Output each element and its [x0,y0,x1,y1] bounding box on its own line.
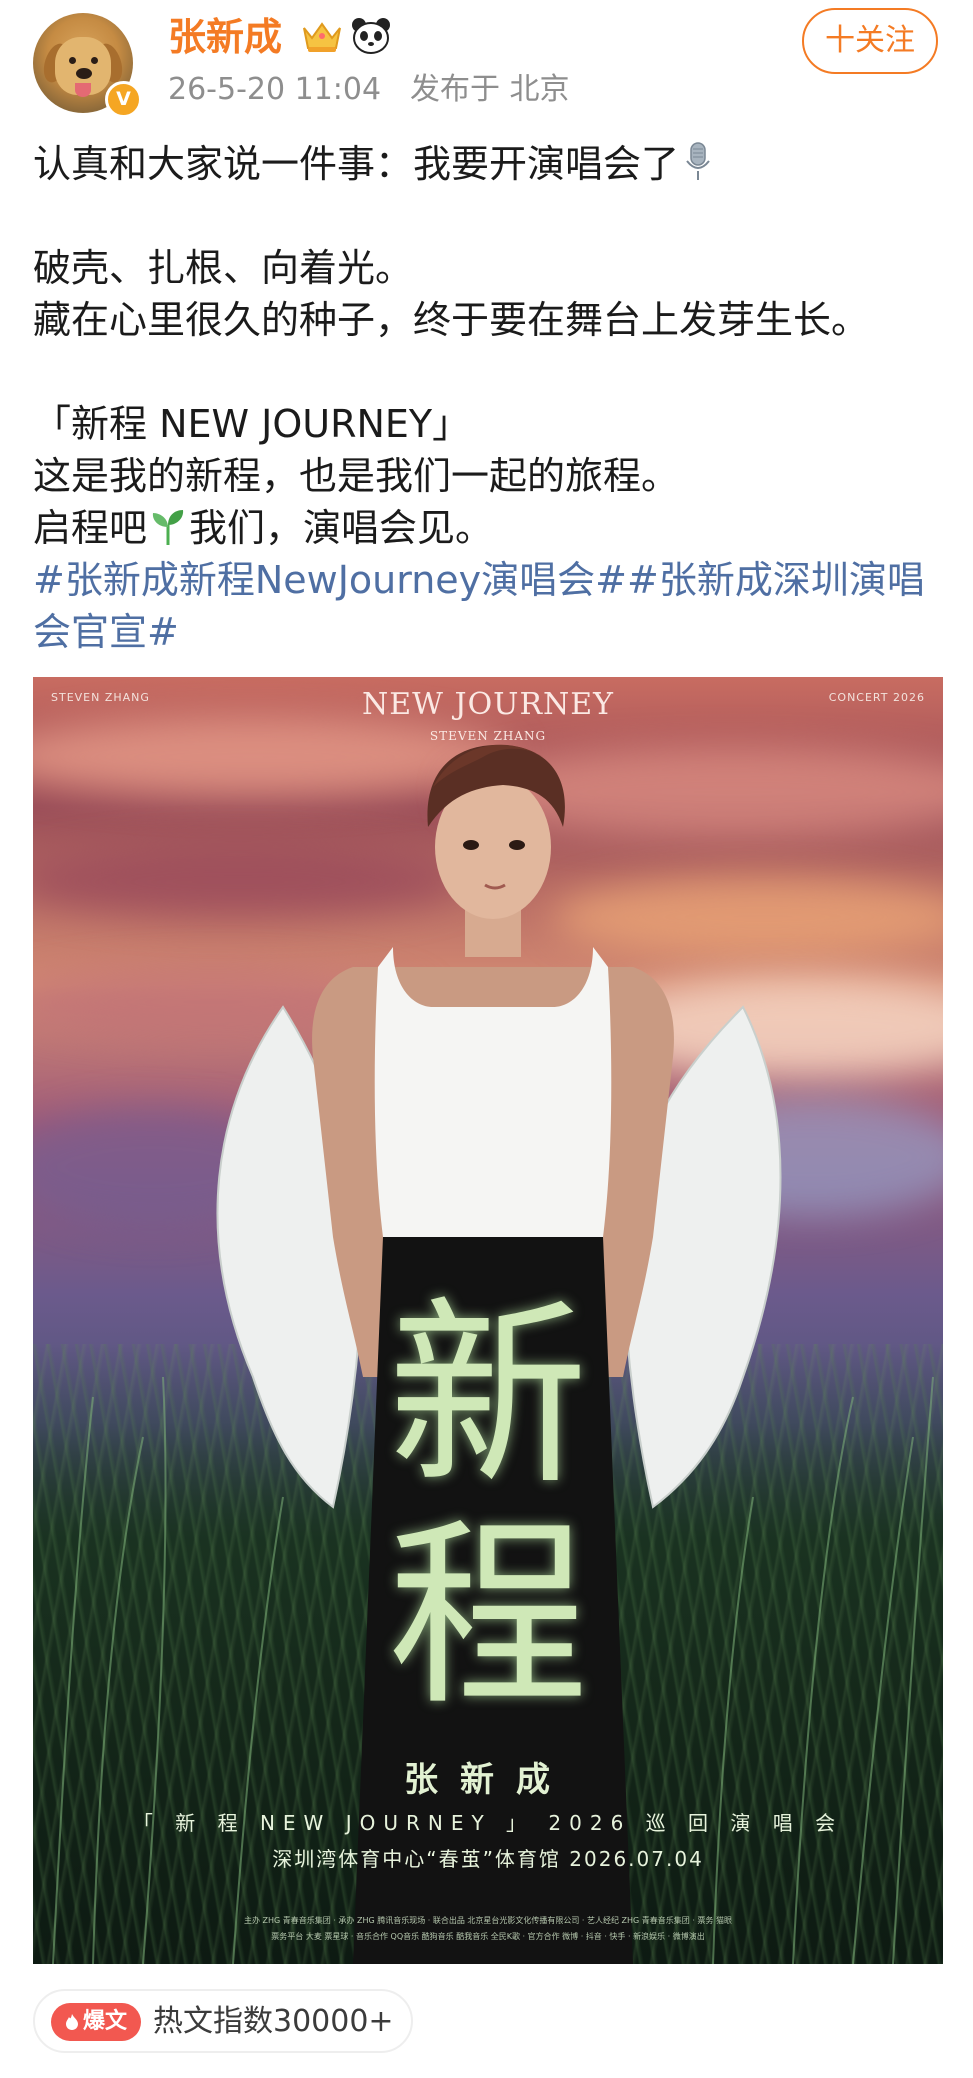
verified-icon: V [105,81,142,118]
dog-eye-right [91,57,98,64]
fire-icon [65,2014,78,2030]
microphone-icon [686,142,710,180]
viral-tag: 爆文 [51,2003,141,2041]
dog-nose [76,68,92,79]
post-line: 这是我的新程，也是我们一起的旅程。 [33,454,680,498]
post-location: 发布于 北京 [410,72,570,107]
follow-button[interactable]: 十关注 [802,8,938,74]
post-line: 认真和大家说一件事：我要开演唱会了 [33,138,945,190]
concert-poster-image[interactable]: STEVEN ZHANG CONCERT 2026 NEW JOURNEY ST… [33,677,943,1964]
hot-index-text: 热文指数30000+ [153,2004,394,2039]
hot-index-badge[interactable]: 爆文 热文指数30000+ [33,1989,413,2053]
poster-tour-line: 「 新 程 NEW JOURNEY 」 2026 巡 回 演 唱 会 [132,1811,844,1835]
poster-logo: NEW JOURNEY [362,687,614,722]
post-header: V 张新成 26-5-20 11:04 发布于 北京 十关注 [0,0,973,125]
sponsor-line: 主办 ZHG 青春音乐集团 · 承办 ZHG 腾讯音乐现场 · 联合出品 北京星… [244,1916,732,1925]
post-line-text: 我们，演唱会见。 [189,506,494,550]
post-timestamp: 26-5-20 11:04 [168,72,382,107]
post-line: 藏在心里很久的种子，终于要在舞台上发芽生长。 [33,298,870,342]
post-line: 破壳、扎根、向着光。 [33,246,414,290]
post-line: 「新程 NEW JOURNEY」 [33,402,471,446]
dog-eye-left [69,57,76,64]
post-text: 认真和大家说一件事：我要开演唱会了 破壳、扎根、向着光。 藏在心里很久的种子，终… [33,138,945,658]
post-line-text: 启程吧 [33,506,148,550]
poster-title: 新程 [387,1280,588,1733]
viral-tag-label: 爆文 [82,2009,127,2034]
hashtag-link[interactable]: #张新成新程NewJourney演唱会##张新成深圳演唱会官宣# [33,554,945,658]
panda-icon [352,18,390,54]
author-name[interactable]: 张新成 [168,13,282,61]
seedling-icon [152,510,184,545]
dog-tongue [75,83,91,97]
post-line-text: 认真和大家说一件事：我要开演唱会了 [33,142,680,186]
sponsor-line: 票务平台 大麦 票星球 · 音乐合作 QQ音乐 酷狗音乐 酷我音乐 全民K歌 ·… [271,1932,705,1941]
post-line: 启程吧 我们，演唱会见。 [33,502,945,554]
poster-artist-name: 张新成 [404,1760,572,1800]
poster-sponsor-list: 主办 ZHG 青春音乐集团 · 承办 ZHG 腾讯音乐现场 · 联合出品 北京星… [73,1913,903,1945]
poster-logo-subtitle: STEVEN ZHANG [429,729,547,743]
crown-icon [303,22,341,52]
poster-venue-line: 深圳湾体育中心“春茧”体育馆 2026.07.04 [272,1847,704,1871]
